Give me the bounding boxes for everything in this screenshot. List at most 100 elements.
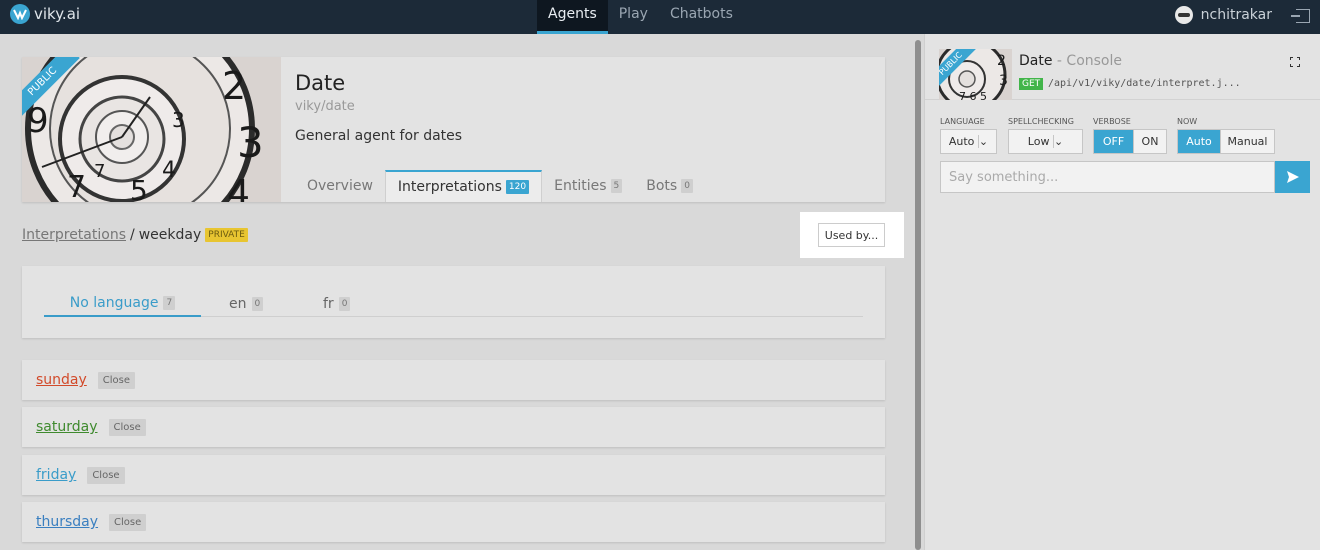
language-select-value: Auto ⌄ (941, 130, 996, 153)
http-method-badge: GET (1019, 78, 1044, 90)
tab-entities[interactable]: Entities 5 (542, 170, 634, 202)
chevron-down-icon: ⌄ (977, 135, 989, 148)
list-item[interactable]: friday Close (22, 455, 885, 495)
send-button[interactable] (1275, 161, 1310, 193)
used-by-button[interactable]: Used by... (818, 223, 885, 247)
agent-image: 2 3 4 9 7 5 4 3 7 PUBLIC (22, 57, 281, 202)
endpoint-url[interactable]: /api/v1/viky/date/interpret.j... (1048, 78, 1241, 89)
svg-text:5: 5 (130, 174, 148, 202)
tab-label: Bots (646, 178, 678, 194)
nav-chatbots[interactable]: Chatbots (659, 0, 744, 34)
verbose-off-button[interactable]: OFF (1094, 130, 1133, 153)
tab-bots[interactable]: Bots 0 (634, 170, 705, 202)
logo-text: viky.ai (34, 5, 81, 23)
lang-tab-no-language[interactable]: No language 7 (44, 291, 201, 317)
user-menu[interactable]: nchitrakar (1174, 6, 1272, 24)
chevron-down-icon: ⌄ (1052, 135, 1064, 148)
tab-count: 0 (681, 179, 693, 193)
solution-badge: Close (97, 371, 136, 389)
verbose-on-button[interactable]: ON (1133, 130, 1166, 153)
agent-tabs: Overview Interpretations 120 Entities 5 … (295, 170, 705, 202)
interpretation-link[interactable]: friday (36, 467, 76, 483)
language-value: Auto (948, 135, 975, 148)
agent-title: Date (295, 71, 346, 95)
lang-tab-count: 0 (338, 297, 351, 311)
tab-label: Entities (554, 178, 607, 194)
svg-text:7: 7 (67, 170, 86, 202)
logo[interactable]: viky.ai (10, 4, 80, 24)
lang-tab-label: fr (323, 296, 334, 312)
list-item[interactable]: saturday Close (22, 407, 885, 447)
language-card: No language 7 en 0 fr 0 (22, 266, 885, 338)
console-panel: 2 3 7 6 5 PUBLIC Date - Console GET /api… (924, 34, 1320, 550)
send-icon (1287, 171, 1299, 183)
svg-text:2: 2 (222, 64, 246, 108)
logout-icon[interactable] (1291, 9, 1310, 23)
tab-overview[interactable]: Overview (295, 170, 385, 202)
main-content: 2 3 4 9 7 5 4 3 7 PUBLIC Date viky/date … (0, 34, 914, 550)
lang-tab-fr[interactable]: fr 0 (323, 291, 351, 317)
fullscreen-icon[interactable] (1290, 57, 1300, 67)
lang-tab-en[interactable]: en 0 (229, 291, 264, 317)
top-navbar: viky.ai Agents Play Chatbots nchitrakar (0, 0, 1320, 34)
agent-slug: viky/date (295, 99, 355, 114)
lang-tab-count: 0 (251, 297, 264, 311)
now-label: NOW (1177, 117, 1198, 126)
spellchecking-label: SPELLCHECKING (1008, 117, 1074, 126)
solution-badge: Close (87, 466, 125, 484)
svg-text:2: 2 (997, 53, 1006, 69)
lang-tab-count: 7 (163, 296, 176, 310)
list-item[interactable]: sunday Close (22, 360, 885, 400)
interpretation-link[interactable]: saturday (36, 419, 98, 435)
clock-image: 2 3 4 9 7 5 4 3 7 (22, 57, 281, 202)
tab-count: 120 (505, 180, 530, 194)
spellchecking-value: Low (1027, 135, 1050, 148)
private-badge: PRIVATE (205, 228, 248, 242)
verbose-toggle: OFF ON (1093, 129, 1167, 154)
console-subtitle: - Console (1056, 53, 1122, 69)
tab-label: Overview (307, 178, 373, 194)
nav-agents[interactable]: Agents (537, 0, 608, 34)
breadcrumb-separator: / (130, 227, 135, 243)
viky-logo-icon (10, 4, 30, 24)
solution-badge: Close (109, 513, 147, 531)
now-auto-button[interactable]: Auto (1178, 130, 1220, 153)
solution-badge: Close (108, 418, 146, 436)
main-scrollbar[interactable] (915, 40, 921, 550)
tab-label: Interpretations (397, 179, 502, 195)
user-avatar-icon (1174, 6, 1193, 24)
spellchecking-select[interactable]: Low ⌄ (1008, 129, 1083, 154)
console-header: 2 3 7 6 5 PUBLIC Date - Console GET /api… (925, 34, 1320, 100)
agent-description: General agent for dates (295, 128, 463, 144)
interpretation-link[interactable]: sunday (36, 372, 87, 388)
tab-count: 5 (610, 179, 623, 193)
svg-text:4: 4 (227, 173, 250, 202)
svg-text:3: 3 (237, 118, 264, 167)
now-toggle: Auto Manual (1177, 129, 1275, 154)
interpretation-link[interactable]: thursday (36, 514, 98, 530)
breadcrumb: Interpretations / weekday PRIVATE (22, 227, 248, 243)
language-select[interactable]: Auto ⌄ (940, 129, 997, 154)
main-nav: Agents Play Chatbots (537, 0, 744, 34)
svg-text:4: 4 (162, 158, 176, 183)
used-by-highlight: Used by... (800, 212, 904, 258)
svg-text:7 6 5: 7 6 5 (959, 90, 987, 100)
language-tabs: No language 7 en 0 fr 0 (44, 291, 863, 317)
console-title: Date - Console (1019, 53, 1122, 69)
spellchecking-select-value: Low ⌄ (1009, 130, 1082, 153)
breadcrumb-interpretations-link[interactable]: Interpretations (22, 227, 126, 243)
svg-text:3: 3 (999, 73, 1008, 89)
console-agent-image: 2 3 7 6 5 PUBLIC (939, 49, 1012, 100)
now-manual-button[interactable]: Manual (1220, 130, 1274, 153)
console-agent-name: Date (1019, 53, 1053, 69)
say-something-input[interactable] (940, 161, 1275, 193)
verbose-label: VERBOSE (1093, 117, 1131, 126)
language-label: LANGUAGE (940, 117, 985, 126)
nav-play[interactable]: Play (608, 0, 659, 34)
list-item[interactable]: thursday Close (22, 502, 885, 542)
username: nchitrakar (1200, 7, 1272, 23)
tab-interpretations[interactable]: Interpretations 120 (384, 170, 543, 202)
svg-text:3: 3 (172, 108, 185, 132)
svg-text:7: 7 (94, 161, 105, 182)
agent-header-card: 2 3 4 9 7 5 4 3 7 PUBLIC Date viky/date … (22, 57, 885, 202)
